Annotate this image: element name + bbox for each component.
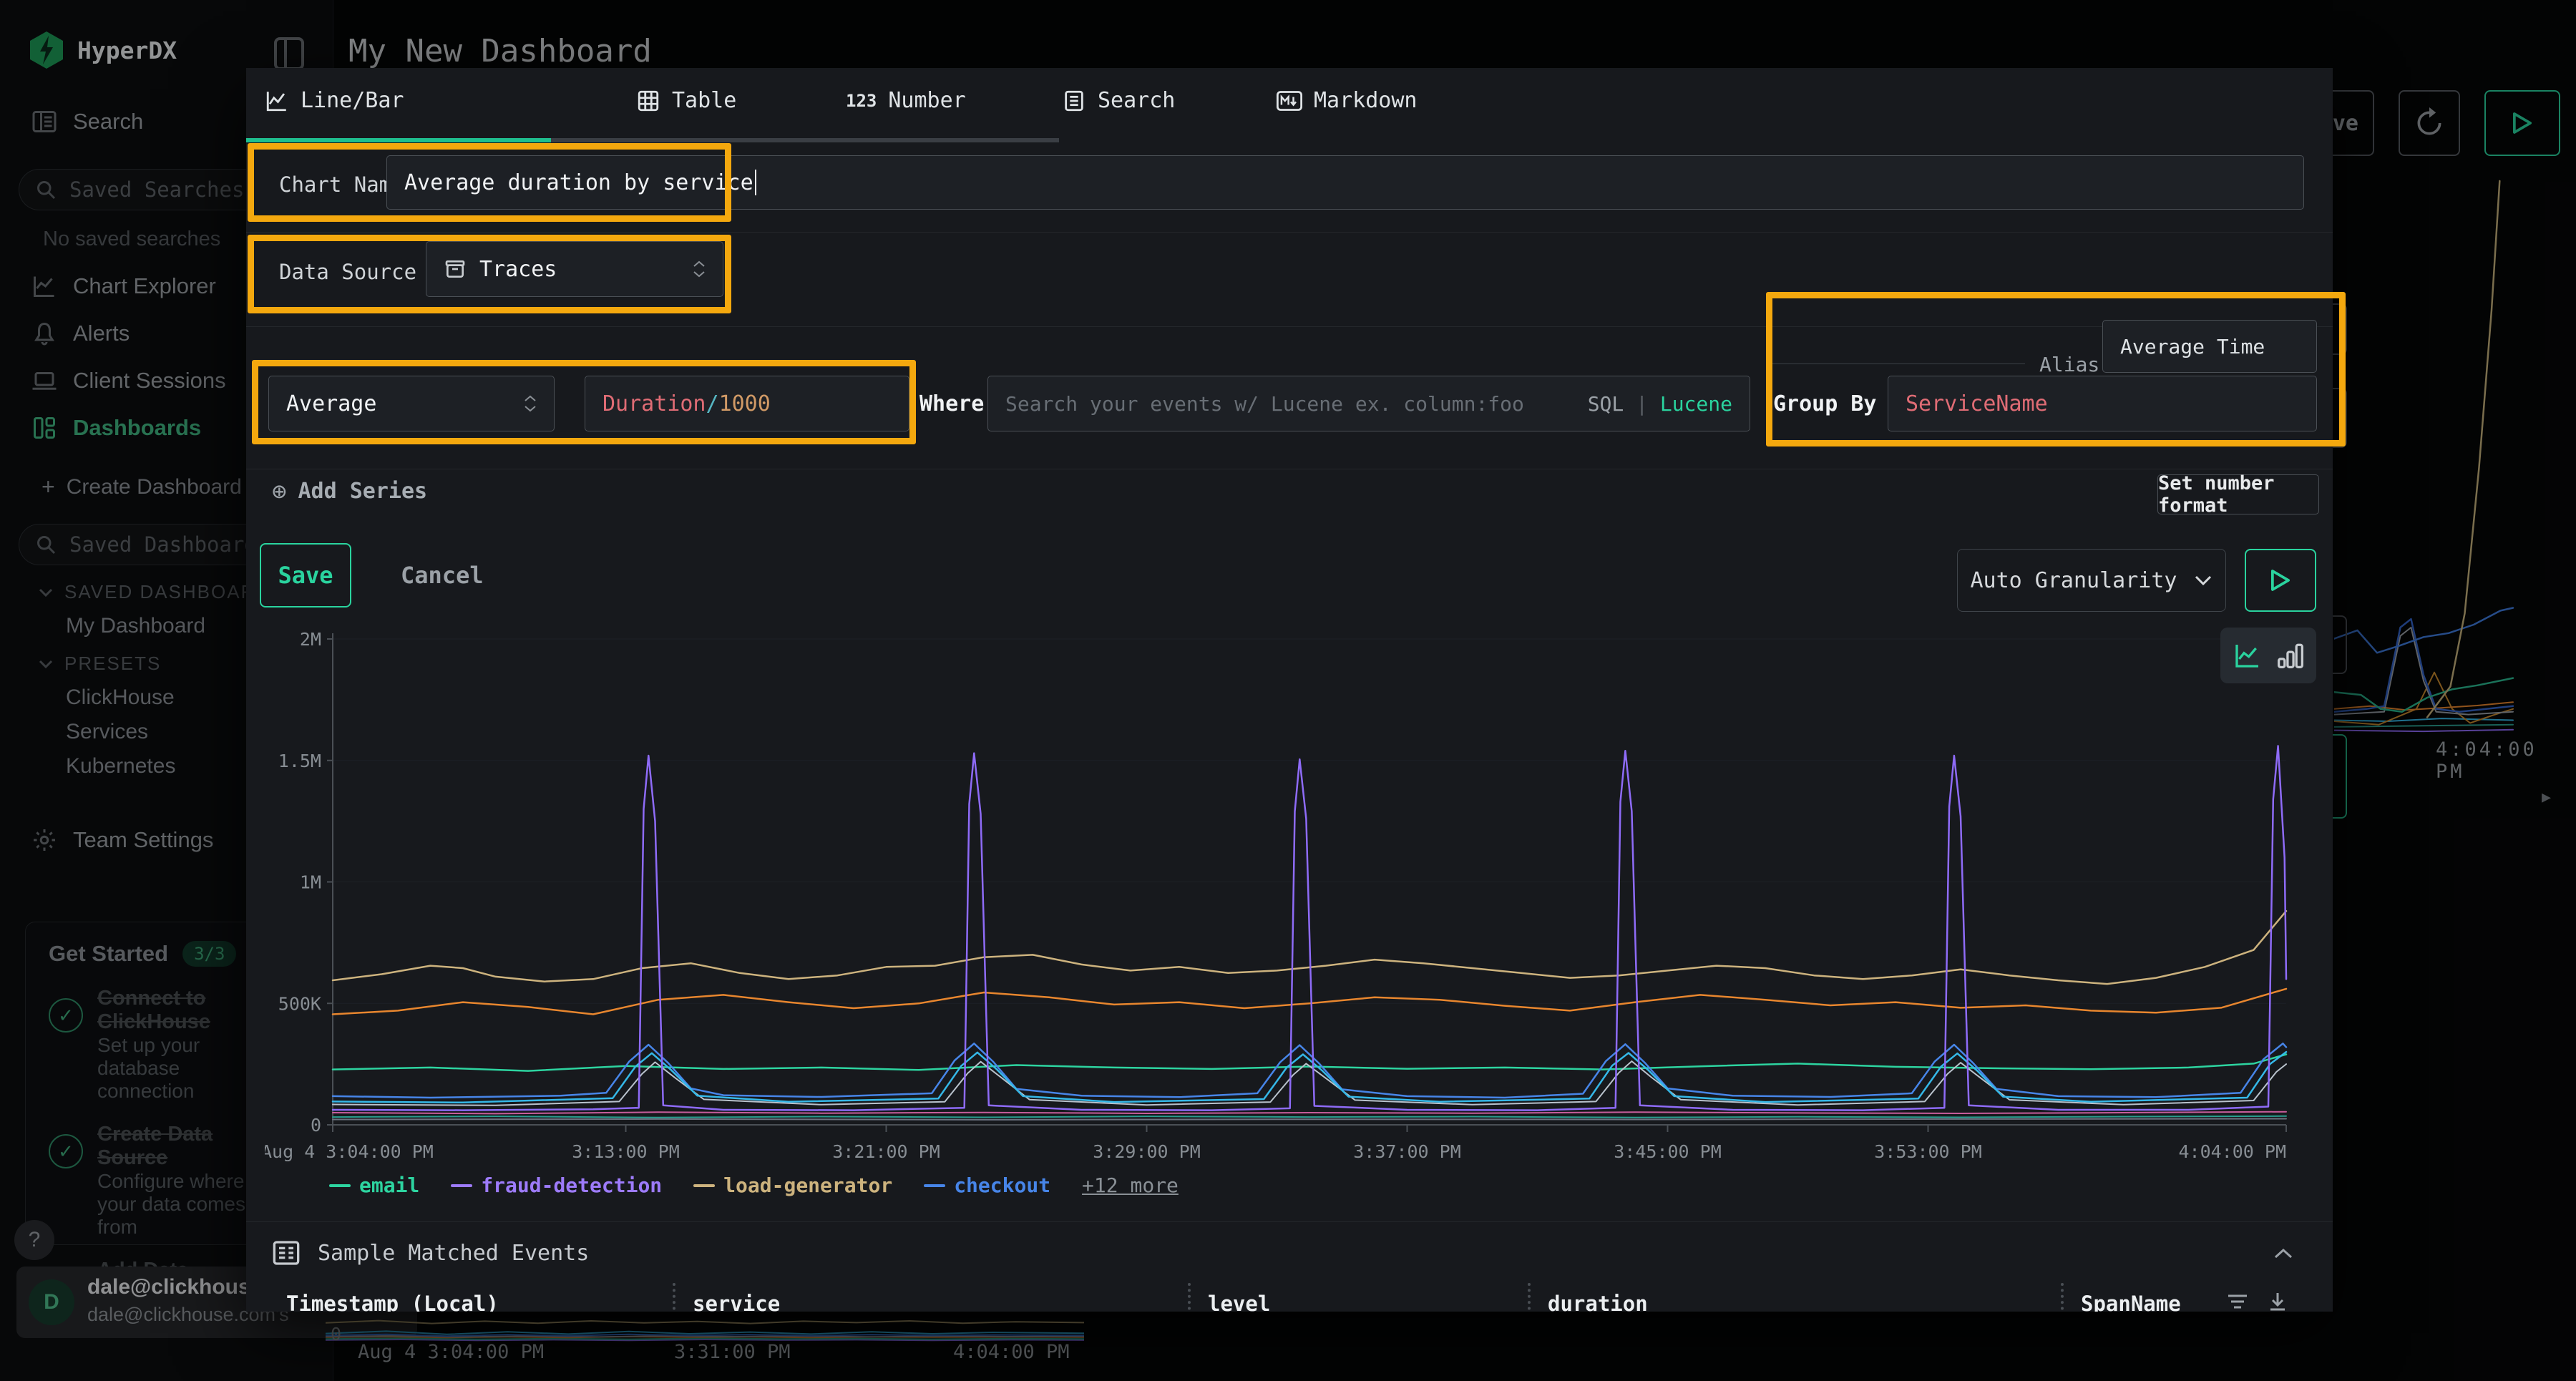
add-series-label: Add Series — [298, 479, 427, 504]
legend-dash-icon — [329, 1184, 351, 1187]
sample-events-table-header: Timestamp (Local)serviceleveldurationSpa… — [246, 1283, 2333, 1312]
column-header[interactable]: level — [1188, 1283, 1528, 1312]
line-chart-icon — [265, 89, 289, 113]
tab-table[interactable]: Table — [636, 88, 736, 113]
tab-label: Markdown — [1314, 88, 1418, 113]
svg-text:4:04:00 PM: 4:04:00 PM — [2178, 1141, 2286, 1162]
number-123-icon: 123 — [846, 91, 877, 111]
where-search-input[interactable]: Search your events w/ Lucene ex. column:… — [987, 376, 1750, 431]
annotation-group-by — [1766, 292, 2346, 446]
svg-text:3:13:00 PM: 3:13:00 PM — [572, 1141, 680, 1162]
column-header[interactable]: duration — [1528, 1283, 2061, 1312]
svg-text:3:45:00 PM: 3:45:00 PM — [1614, 1141, 1722, 1162]
column-header[interactable]: Timestamp (Local) — [286, 1283, 673, 1312]
column-header[interactable]: service — [673, 1283, 1188, 1312]
sample-events-header[interactable]: Sample Matched Events — [272, 1239, 589, 1267]
tab-label: Search — [1098, 88, 1175, 113]
legend-more-link[interactable]: +12 more — [1082, 1173, 1179, 1197]
filter-icon[interactable] — [2227, 1292, 2248, 1311]
svg-text:500K: 500K — [278, 993, 321, 1014]
tab-search[interactable]: Search — [1062, 88, 1175, 113]
set-number-format-label: Set number format — [2158, 472, 2318, 517]
set-number-format-button[interactable]: Set number format — [2157, 474, 2319, 514]
legend-label: load-generator — [723, 1173, 892, 1197]
granularity-select[interactable]: Auto Granularity — [1957, 549, 2226, 612]
chart-type-toggle — [2220, 628, 2316, 683]
tab-number[interactable]: 123 Number — [846, 88, 966, 113]
annotation-aggregation — [252, 360, 916, 444]
legend-dash-icon — [693, 1184, 715, 1187]
tab-markdown[interactable]: Markdown — [1277, 88, 1418, 113]
where-label: Where — [919, 391, 984, 416]
markdown-icon — [1277, 90, 1302, 112]
svg-text:0: 0 — [311, 1115, 321, 1136]
annotation-chart-name — [248, 143, 731, 222]
where-placeholder: Search your events w/ Lucene ex. column:… — [1005, 392, 1524, 416]
svg-text:2M: 2M — [300, 629, 321, 650]
tab-label: Table — [672, 88, 736, 113]
legend-item[interactable]: checkout — [924, 1173, 1050, 1197]
list-icon — [1062, 89, 1086, 113]
svg-text:Aug 4 3:04:00 PM: Aug 4 3:04:00 PM — [265, 1141, 434, 1162]
legend-item[interactable]: fraud-detection — [451, 1173, 662, 1197]
legend-item[interactable]: load-generator — [693, 1173, 892, 1197]
chart-legend: email fraud-detection load-generator checko… — [329, 1173, 1179, 1197]
legend-dash-icon — [924, 1184, 945, 1187]
save-button[interactable]: Save — [260, 543, 351, 607]
line-chart-toggle-icon[interactable] — [2233, 641, 2262, 670]
svg-text:3:29:00 PM: 3:29:00 PM — [1093, 1141, 1201, 1162]
active-tab-indicator — [246, 138, 551, 142]
legend-dash-icon — [451, 1184, 472, 1187]
cancel-button[interactable]: Cancel — [401, 562, 484, 589]
tab-label: Line/Bar — [301, 88, 404, 113]
tab-label: Number — [888, 88, 965, 113]
svg-text:3:21:00 PM: 3:21:00 PM — [832, 1141, 940, 1162]
tab-line-bar[interactable]: Line/Bar — [265, 88, 404, 113]
bar-chart-toggle-icon[interactable] — [2278, 641, 2303, 670]
mode-separator: | — [1636, 392, 1648, 416]
tab-rail — [551, 138, 1059, 142]
table-header-tools — [2227, 1292, 2287, 1312]
download-icon[interactable] — [2268, 1292, 2287, 1312]
collapse-chevron-icon[interactable] — [2273, 1247, 2294, 1260]
add-series-button[interactable]: ⊕ Add Series — [272, 479, 427, 504]
save-label: Save — [278, 562, 333, 589]
play-icon — [2271, 570, 2290, 591]
table-icon — [636, 89, 660, 113]
plus-circle-icon: ⊕ — [272, 479, 286, 504]
granularity-value: Auto Granularity — [1971, 568, 2177, 593]
duration-by-service-chart[interactable]: 0 500K 1M 1.5M 2M Aug 4 3:04:00 PM 3:13:00 PM 3… — [265, 619, 2326, 1184]
divider — [246, 1221, 2333, 1222]
divider — [246, 232, 2333, 233]
app-root: HyperDX Search Saved Searches No saved s… — [0, 0, 2576, 1381]
legend-label: fraud-detection — [481, 1173, 662, 1197]
svg-text:1.5M: 1.5M — [278, 751, 321, 771]
list-icon — [272, 1239, 301, 1267]
svg-text:1M: 1M — [300, 872, 321, 893]
text-cursor — [755, 170, 756, 195]
chevron-down-icon — [2194, 575, 2212, 586]
legend-label: email — [359, 1173, 419, 1197]
run-query-button[interactable] — [2245, 549, 2316, 612]
annotation-data-source — [248, 235, 731, 313]
lucene-mode-toggle[interactable]: Lucene — [1660, 392, 1732, 416]
column-header[interactable]: SpanName — [2061, 1283, 2333, 1312]
legend-item[interactable]: email — [329, 1173, 419, 1197]
svg-text:3:37:00 PM: 3:37:00 PM — [1353, 1141, 1461, 1162]
legend-label: checkout — [954, 1173, 1050, 1197]
svg-text:3:53:00 PM: 3:53:00 PM — [1874, 1141, 1982, 1162]
sql-mode-toggle[interactable]: SQL — [1588, 392, 1624, 416]
sample-events-title: Sample Matched Events — [318, 1241, 589, 1266]
